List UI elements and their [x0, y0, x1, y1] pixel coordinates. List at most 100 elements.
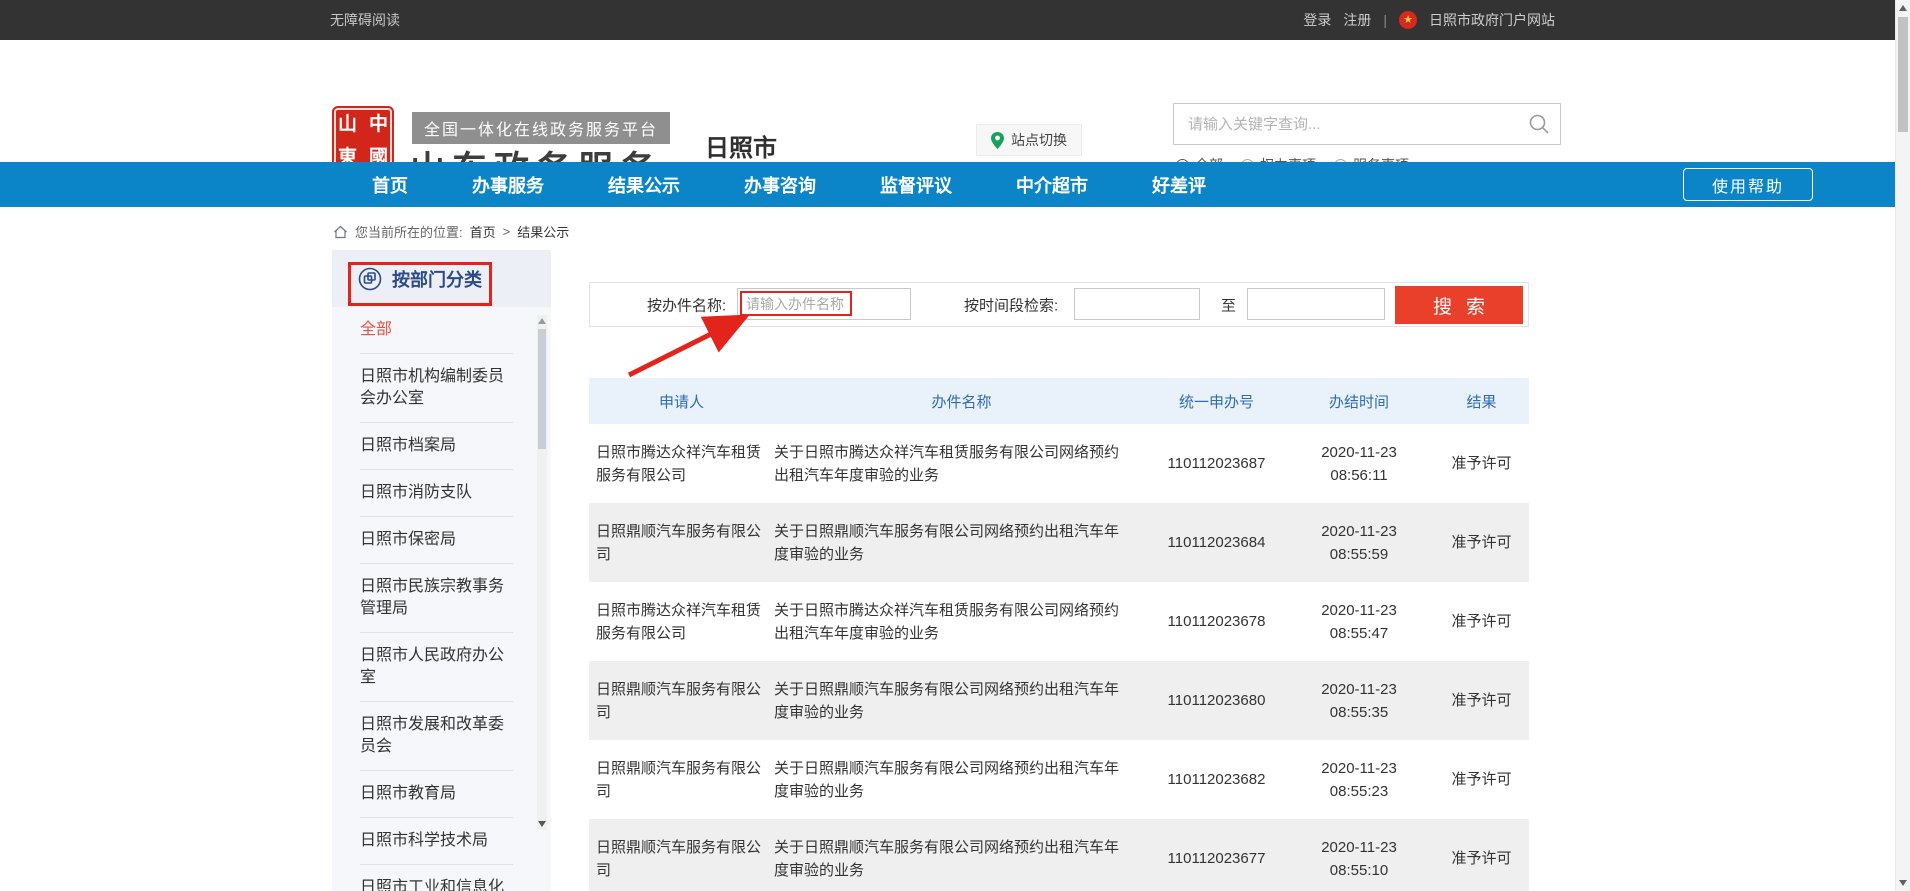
main-nav: 首页 办事服务 结果公示 办事咨询 监督评议 中介超市 好差评 使用帮助: [0, 162, 1895, 207]
department-item[interactable]: 日照市工业和信息化: [360, 865, 513, 891]
item-title-cell: 关于日照市腾达众祥汽车租赁服务有限公司网络预约出租汽车年度审验的业务: [774, 441, 1149, 487]
name-filter-input[interactable]: [738, 289, 910, 319]
completion-clock-time: 08:56:11: [1284, 464, 1434, 487]
completion-time-cell: 2020-11-2308:55:47: [1284, 599, 1434, 645]
nav-item-好差评[interactable]: 好差评: [1152, 172, 1206, 198]
completion-clock-time: 08:55:47: [1284, 622, 1434, 645]
nav-item-首页[interactable]: 首页: [372, 172, 408, 198]
department-item[interactable]: 日照市保密局: [360, 517, 513, 564]
table-body: 日照市腾达众祥汽车租赁服务有限公司关于日照市腾达众祥汽车租赁服务有限公司网络预约…: [589, 424, 1529, 891]
department-item[interactable]: 日照市消防支队: [360, 470, 513, 517]
help-button[interactable]: 使用帮助: [1683, 168, 1813, 201]
filter-bar: 按办件名称: 按时间段检索: 至 搜索: [589, 282, 1529, 327]
current-city-label: 日照市: [705, 128, 777, 163]
sidebar-header: 按部门分类: [332, 250, 551, 307]
table-row[interactable]: 日照鼎顺汽车服务有限公司关于日照鼎顺汽车服务有限公司网络预约出租汽车年度审验的业…: [589, 661, 1529, 740]
date-from-input[interactable]: [1075, 289, 1199, 319]
table-row[interactable]: 日照鼎顺汽车服务有限公司关于日照鼎顺汽车服务有限公司网络预约出租汽车年度审验的业…: [589, 503, 1529, 582]
sidebar-scroll-up-icon[interactable]: [538, 318, 546, 324]
completion-date: 2020-11-23: [1284, 757, 1434, 780]
application-id-cell: 110112023680: [1149, 689, 1284, 712]
table-row[interactable]: 日照市腾达众祥汽车租赁服务有限公司关于日照市腾达众祥汽车租赁服务有限公司网络预约…: [589, 424, 1529, 503]
department-item[interactable]: 日照市发展和改革委员会: [360, 702, 513, 771]
completion-date: 2020-11-23: [1284, 678, 1434, 701]
nav-item-办事服务[interactable]: 办事服务: [472, 172, 544, 198]
applicant-cell: 日照鼎顺汽车服务有限公司: [589, 678, 774, 724]
nav-item-中介超市[interactable]: 中介超市: [1016, 172, 1088, 198]
result-cell: 准予许可: [1434, 452, 1529, 475]
completion-time-cell: 2020-11-2308:55:23: [1284, 757, 1434, 803]
result-cell: 准予许可: [1434, 531, 1529, 554]
page-scrollbar[interactable]: [1895, 0, 1910, 891]
completion-clock-time: 08:55:59: [1284, 543, 1434, 566]
sidebar-scrollbar[interactable]: [537, 315, 547, 830]
department-item[interactable]: 日照市人民政府办公室: [360, 633, 513, 702]
keyword-search-input[interactable]: [1174, 104, 1518, 144]
search-button[interactable]: 搜索: [1395, 286, 1523, 324]
page-scroll-up-icon[interactable]: [1899, 5, 1907, 11]
completion-clock-time: 08:55:35: [1284, 701, 1434, 724]
date-from-field: [1074, 288, 1200, 320]
breadcrumb-separator: >: [503, 224, 511, 239]
department-item[interactable]: 日照市档案局: [360, 423, 513, 470]
applicant-cell: 日照鼎顺汽车服务有限公司: [589, 520, 774, 566]
sidebar-scroll-thumb[interactable]: [538, 329, 546, 449]
department-list: 全部日照市机构编制委员会办公室日照市档案局日照市消防支队日照市保密局日照市民族宗…: [332, 307, 551, 891]
category-icon: [358, 267, 382, 291]
search-icon[interactable]: [1518, 113, 1560, 135]
date-to-input[interactable]: [1248, 289, 1384, 319]
completion-time-cell: 2020-11-2308:55:59: [1284, 520, 1434, 566]
application-id-cell: 110112023677: [1149, 847, 1284, 870]
department-item[interactable]: 日照市民族宗教事务管理局: [360, 564, 513, 633]
application-id-cell: 110112023678: [1149, 610, 1284, 633]
results-table: 申请人办件名称统一申办号办结时间结果 日照市腾达众祥汽车租赁服务有限公司关于日照…: [589, 378, 1529, 891]
seal-character: 中: [369, 109, 388, 136]
applicant-cell: 日照鼎顺汽车服务有限公司: [589, 836, 774, 882]
completion-date: 2020-11-23: [1284, 836, 1434, 859]
time-filter-label: 按时间段检索:: [964, 294, 1058, 315]
site-switch-button[interactable]: 站点切换: [976, 124, 1082, 156]
page-scroll-down-icon[interactable]: [1899, 880, 1907, 886]
date-to-field: [1247, 288, 1385, 320]
column-header: 申请人: [589, 391, 774, 412]
column-header: 办件名称: [774, 391, 1149, 412]
breadcrumb-prefix: 您当前所在的位置:: [355, 222, 463, 241]
breadcrumb-home-link[interactable]: 首页: [470, 222, 496, 241]
result-cell: 准予许可: [1434, 847, 1529, 870]
column-header: 办结时间: [1284, 391, 1434, 412]
national-emblem-icon: ★: [1399, 11, 1417, 29]
name-filter-label: 按办件名称:: [647, 294, 726, 315]
main-content: 按办件名称: 按时间段检索: 至 搜索 申请人办件名称统一申办号办结时间结果 日…: [589, 282, 1529, 327]
department-item[interactable]: 日照市机构编制委员会办公室: [360, 354, 513, 423]
register-link[interactable]: 注册: [1343, 10, 1371, 30]
login-link[interactable]: 登录: [1303, 10, 1331, 30]
completion-date: 2020-11-23: [1284, 599, 1434, 622]
department-item[interactable]: 全部: [360, 307, 513, 354]
completion-clock-time: 08:55:10: [1284, 859, 1434, 882]
result-cell: 准予许可: [1434, 689, 1529, 712]
nav-item-监督评议[interactable]: 监督评议: [880, 172, 952, 198]
department-item[interactable]: 日照市教育局: [360, 771, 513, 818]
accessibility-link[interactable]: 无障碍阅读: [330, 0, 400, 40]
item-title-cell: 关于日照鼎顺汽车服务有限公司网络预约出租汽车年度审验的业务: [774, 678, 1149, 724]
result-cell: 准予许可: [1434, 610, 1529, 633]
page: 无障碍阅读 登录 注册 | ★ 日照市政府门户网站 山中東國 全国一体化在线政务…: [0, 0, 1910, 891]
item-title-cell: 关于日照鼎顺汽车服务有限公司网络预约出租汽车年度审验的业务: [774, 836, 1149, 882]
completion-date: 2020-11-23: [1284, 520, 1434, 543]
city-portal-link[interactable]: 日照市政府门户网站: [1429, 10, 1555, 30]
department-item[interactable]: 日照市科学技术局: [360, 818, 513, 865]
table-row[interactable]: 日照鼎顺汽车服务有限公司关于日照鼎顺汽车服务有限公司网络预约出租汽车年度审验的业…: [589, 819, 1529, 891]
location-pin-icon: [991, 132, 1004, 149]
applicant-cell: 日照市腾达众祥汽车租赁服务有限公司: [589, 441, 774, 487]
page-scroll-thumb[interactable]: [1898, 17, 1908, 132]
application-id-cell: 110112023684: [1149, 531, 1284, 554]
completion-time-cell: 2020-11-2308:55:10: [1284, 836, 1434, 882]
column-header: 统一申办号: [1149, 391, 1284, 412]
nav-item-办事咨询[interactable]: 办事咨询: [744, 172, 816, 198]
home-icon: [333, 225, 348, 239]
nav-item-结果公示[interactable]: 结果公示: [608, 172, 680, 198]
table-row[interactable]: 日照鼎顺汽车服务有限公司关于日照鼎顺汽车服务有限公司网络预约出租汽车年度审验的业…: [589, 740, 1529, 819]
table-row[interactable]: 日照市腾达众祥汽车租赁服务有限公司关于日照市腾达众祥汽车租赁服务有限公司网络预约…: [589, 582, 1529, 661]
sidebar-scroll-down-icon[interactable]: [538, 821, 546, 827]
breadcrumb: 您当前所在的位置: 首页 > 结果公示: [333, 222, 569, 241]
